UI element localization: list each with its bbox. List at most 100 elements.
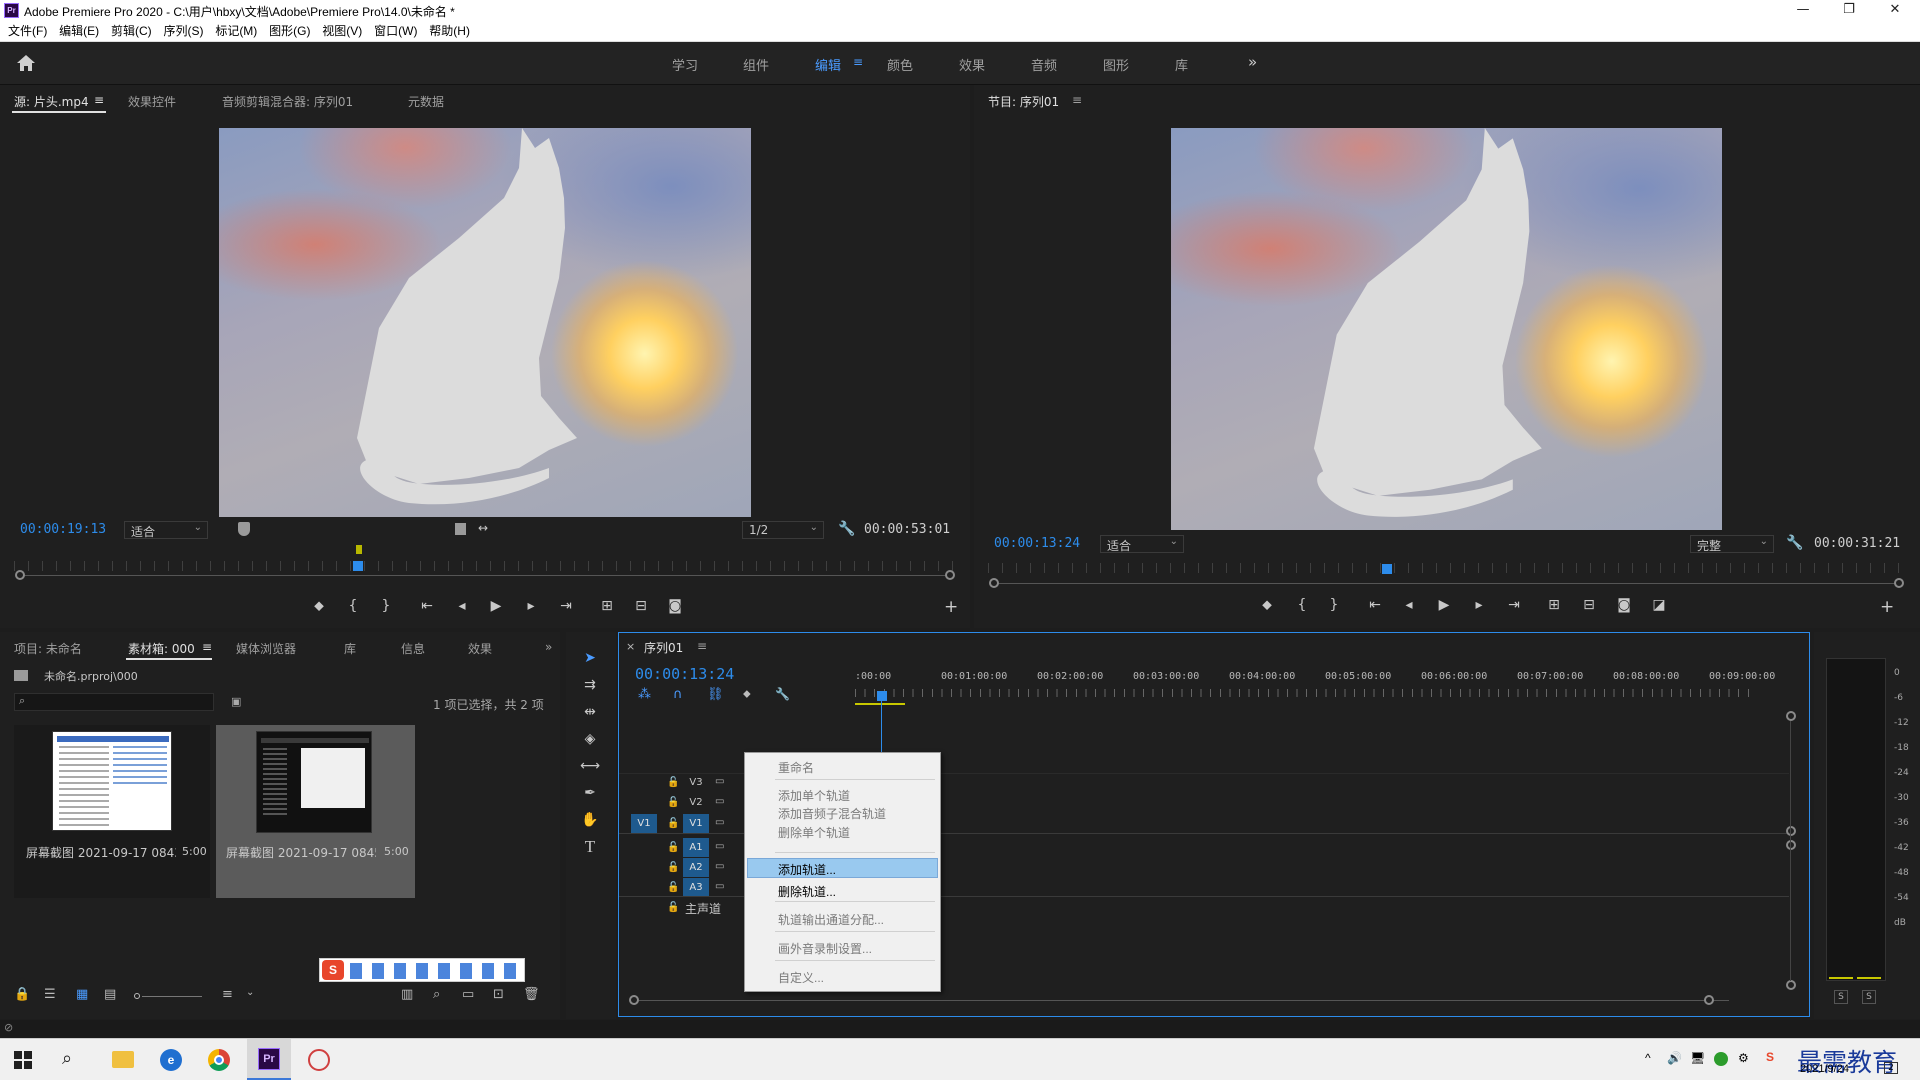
minimize-button[interactable]: — xyxy=(1780,0,1826,22)
lock-icon[interactable]: 🔓 xyxy=(667,882,679,893)
tray-expand-icon[interactable]: ^ xyxy=(1645,1051,1651,1065)
source-resolution-dropdown[interactable]: 1/2 ⌄ xyxy=(742,521,824,539)
vertical-scrollbar[interactable] xyxy=(1790,721,1791,981)
overwrite-icon[interactable]: ⊟ xyxy=(631,598,651,614)
mark-in-icon[interactable]: { xyxy=(343,598,363,614)
menu-item-customize[interactable]: 自定义... xyxy=(778,969,824,986)
wrench-icon[interactable]: 🔧 xyxy=(1786,535,1803,551)
close-button[interactable]: ✕ xyxy=(1872,0,1918,22)
menu-help[interactable]: 帮助(H) xyxy=(421,22,470,41)
sort-icon[interactable]: ≡ xyxy=(222,987,233,1002)
source-timecode[interactable]: 00:00:19:13 xyxy=(20,522,106,537)
program-video-frame[interactable] xyxy=(1171,128,1722,530)
workspace-tab-editing[interactable]: 编辑 xyxy=(815,55,841,74)
tab-metadata[interactable]: 元数据 xyxy=(408,93,444,110)
workspace-tab-audio[interactable]: 音频 xyxy=(1031,55,1057,74)
tab-libraries[interactable]: 库 xyxy=(344,640,356,657)
file-explorer-icon[interactable] xyxy=(112,1051,134,1068)
tab-audio-clip-mixer[interactable]: 音频剪辑混合器: 序列01 xyxy=(222,93,353,110)
lock-icon[interactable]: 🔓 xyxy=(667,777,679,788)
insert-icon[interactable]: ⊞ xyxy=(597,598,617,614)
tab-project[interactable]: 项目: 未命名 xyxy=(14,640,82,657)
trim-icon[interactable]: ↔ xyxy=(478,521,488,535)
h-scroll-handle-left[interactable] xyxy=(629,995,639,1005)
ime-tool-icons[interactable] xyxy=(350,963,520,979)
add-marker-icon[interactable]: ⬥ xyxy=(1257,597,1277,613)
track-label[interactable]: V3 xyxy=(683,773,709,792)
search-icon[interactable]: ⌕ xyxy=(62,1048,72,1069)
tab-effect-controls[interactable]: 效果控件 xyxy=(128,93,176,110)
program-menu-icon[interactable]: ≡ xyxy=(1072,93,1082,107)
tab-sequence[interactable]: 序列01 xyxy=(644,639,683,656)
track-label[interactable]: V2 xyxy=(683,793,709,812)
freeform-view-icon[interactable]: ▤ xyxy=(104,987,116,1002)
snipping-tool-icon[interactable] xyxy=(308,1049,330,1071)
source-patch-v1[interactable]: V1 xyxy=(631,814,657,833)
sogou-tray-icon[interactable]: S xyxy=(1766,1050,1774,1064)
step-back-icon[interactable]: ◂ xyxy=(1399,597,1419,613)
scroll-handle[interactable] xyxy=(1786,840,1796,850)
workspace-menu-icon[interactable]: ≡ xyxy=(853,55,863,69)
zoom-handle-right[interactable] xyxy=(945,570,955,580)
tab-info[interactable]: 信息 xyxy=(401,640,425,657)
menu-item-rename[interactable]: 重命名 xyxy=(778,759,814,776)
edge-browser-icon[interactable]: e xyxy=(160,1049,182,1071)
add-marker-icon[interactable]: ⬥ xyxy=(743,687,751,701)
workspace-more-button[interactable]: » xyxy=(1248,53,1257,71)
wrench-icon[interactable]: 🔧 xyxy=(838,521,855,537)
selection-tool-icon[interactable]: ➤ xyxy=(579,647,601,669)
workspace-tab-assembly[interactable]: 组件 xyxy=(743,55,769,74)
menu-item-add-submix-track[interactable]: 添加音频子混合轨道 xyxy=(778,805,886,822)
menu-item-add-tracks[interactable]: 添加轨道... xyxy=(778,861,836,878)
menu-view[interactable]: 视图(V) xyxy=(314,22,362,41)
source-video-frame[interactable] xyxy=(219,128,751,517)
menu-item-add-single-track[interactable]: 添加单个轨道 xyxy=(778,787,850,804)
go-to-in-icon[interactable]: ⇤ xyxy=(417,598,437,614)
zoom-slider[interactable] xyxy=(142,996,202,997)
track-select-tool-icon[interactable]: ⇉ xyxy=(579,674,601,696)
program-quality-dropdown[interactable]: 完整 ⌄ xyxy=(1690,535,1774,553)
menu-sequence[interactable]: 序列(S) xyxy=(155,22,203,41)
button-editor-add-icon[interactable]: + xyxy=(944,597,958,617)
track-label[interactable]: V1 xyxy=(683,814,709,833)
menu-item-delete-tracks[interactable]: 删除轨道... xyxy=(778,883,836,900)
mark-in-icon[interactable]: { xyxy=(1292,597,1312,613)
source-tab-menu-icon[interactable]: ≡ xyxy=(94,93,104,107)
zoom-handle-right[interactable] xyxy=(1894,578,1904,588)
source-scrub-bar[interactable] xyxy=(20,575,952,576)
extract-icon[interactable]: ⊟ xyxy=(1579,597,1599,613)
button-editor-add-icon[interactable]: + xyxy=(1880,597,1894,617)
menu-item-delete-single-track[interactable]: 删除单个轨道 xyxy=(778,824,850,841)
tab-bin[interactable]: 素材箱: 000 xyxy=(128,640,195,657)
timeline-timecode[interactable]: 00:00:13:24 xyxy=(635,665,734,683)
slip-tool-icon[interactable]: ⟷ xyxy=(579,755,601,777)
marker-icon[interactable] xyxy=(238,522,250,536)
project-search-input[interactable]: ⌕ xyxy=(14,693,214,711)
menu-window[interactable]: 窗口(W) xyxy=(366,22,417,41)
notification-badge[interactable]: 2 xyxy=(1884,1062,1898,1074)
insert-overlay-icon[interactable] xyxy=(455,523,466,535)
menu-item-track-output-assignment[interactable]: 轨道输出通道分配... xyxy=(778,911,884,928)
new-search-bin-icon[interactable]: ▣ xyxy=(231,695,241,708)
menu-markers[interactable]: 标记(M) xyxy=(207,22,257,41)
export-frame-icon[interactable]: ◙ xyxy=(1614,597,1634,613)
toggle-output-icon[interactable]: ▭ xyxy=(715,817,724,828)
toggle-output-icon[interactable]: ▭ xyxy=(715,841,724,852)
toggle-output-icon[interactable]: ▭ xyxy=(715,881,724,892)
menu-file[interactable]: 文件(F) xyxy=(0,22,47,41)
new-item-icon[interactable]: ⊡ xyxy=(493,987,504,1002)
timeline-settings-icon[interactable]: 🔧 xyxy=(775,687,790,701)
play-icon[interactable]: ▶ xyxy=(1434,597,1454,613)
step-forward-icon[interactable]: ▸ xyxy=(521,598,541,614)
tray-app-icon[interactable] xyxy=(1714,1052,1728,1066)
lock-icon[interactable]: 🔓 xyxy=(667,818,679,829)
horizontal-scrollbar[interactable] xyxy=(639,1000,1729,1001)
play-icon[interactable]: ▶ xyxy=(486,598,506,614)
maximize-button[interactable]: ❐ xyxy=(1826,0,1872,22)
workspace-tab-color[interactable]: 颜色 xyxy=(887,55,913,74)
project-item-selected[interactable]: 屏幕截图 2021-09-17 0845... 5:00 xyxy=(216,725,415,898)
lock-icon[interactable]: 🔓 xyxy=(667,797,679,808)
scroll-handle[interactable] xyxy=(1786,980,1796,990)
workspace-tab-effects[interactable]: 效果 xyxy=(959,55,985,74)
tab-effects[interactable]: 效果 xyxy=(468,640,492,657)
